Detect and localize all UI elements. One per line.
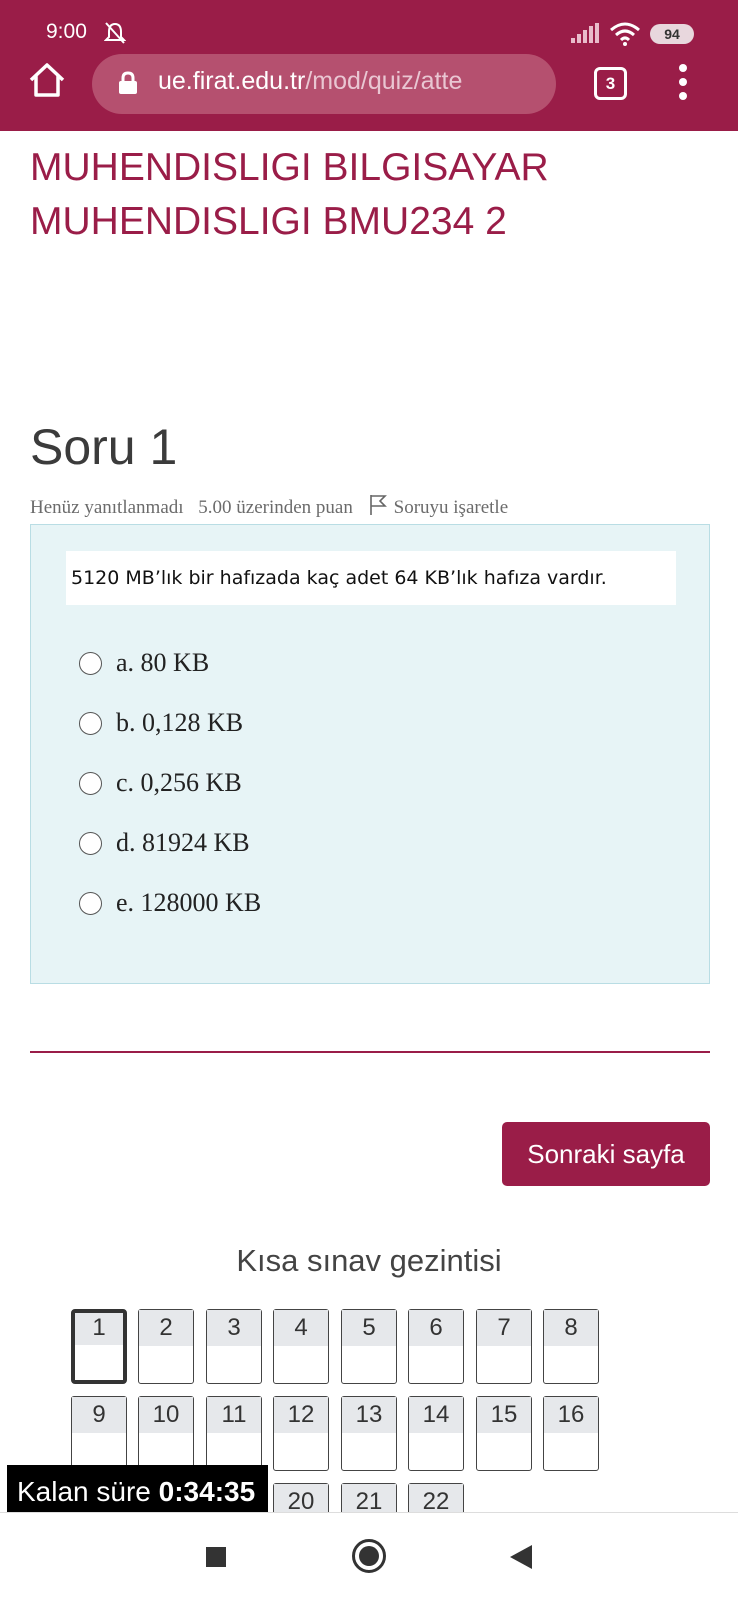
quiz-nav-button-6[interactable]: 6 — [408, 1309, 464, 1384]
back-icon[interactable] — [508, 1543, 534, 1571]
signal-icon — [571, 23, 599, 43]
timer-label: Kalan süre — [17, 1476, 151, 1507]
time-remaining: Kalan süre 0:34:35 — [7, 1465, 268, 1519]
battery-indicator: 94 — [650, 24, 694, 44]
radio-button[interactable] — [79, 831, 102, 855]
course-title: MUHENDISLIGI BILGISAYAR MUHENDISLIGI BMU… — [30, 141, 720, 249]
quiz-nav-button-11[interactable]: 11 — [206, 1396, 262, 1471]
answer-option-b[interactable]: b. 0,128 KB — [79, 705, 243, 741]
question-status: Henüz yanıtlanmadı — [30, 497, 184, 518]
radio-button[interactable] — [79, 891, 102, 915]
quiz-nav-button-12[interactable]: 12 — [273, 1396, 329, 1471]
question-box: 5120 MB’lık bir hafızada kaç adet 64 KB’… — [30, 524, 710, 984]
answer-option-e[interactable]: e. 128000 KB — [79, 885, 261, 921]
next-page-button[interactable]: Sonraki sayfa — [502, 1122, 710, 1186]
answer-option-c[interactable]: c. 0,256 KB — [79, 765, 242, 801]
quiz-nav-button-3[interactable]: 3 — [206, 1309, 262, 1384]
lock-icon — [119, 71, 137, 94]
quiz-nav-button-4[interactable]: 4 — [273, 1309, 329, 1384]
quiz-nav-button-8[interactable]: 8 — [543, 1309, 599, 1384]
system-navigation-bar — [0, 1512, 738, 1600]
quiz-nav-button-1[interactable]: 1 — [71, 1309, 127, 1384]
tab-switcher-button[interactable]: 3 — [594, 67, 627, 100]
timer-value: 0:34:35 — [158, 1476, 256, 1507]
home-button-icon[interactable] — [352, 1539, 386, 1573]
quiz-nav-button-5[interactable]: 5 — [341, 1309, 397, 1384]
wifi-icon — [610, 22, 640, 46]
quiz-nav-button-2[interactable]: 2 — [138, 1309, 194, 1384]
question-heading: Soru 1 — [30, 419, 178, 475]
divider — [30, 1051, 710, 1053]
browser-top-bar: 9:00 94 ue.firat.edu.tr/mod/quiz/atte 3 — [0, 0, 738, 131]
quiz-nav-button-16[interactable]: 16 — [543, 1396, 599, 1471]
quiz-nav-button-14[interactable]: 14 — [408, 1396, 464, 1471]
quiz-navigation-title: Kısa sınav gezintisi — [236, 1243, 502, 1278]
overflow-menu-icon[interactable] — [676, 64, 690, 100]
flag-question-link[interactable]: Soruyu işaretle — [368, 495, 519, 518]
status-time: 9:00 — [46, 20, 87, 43]
question-points: 5.00 üzerinden puan — [198, 497, 353, 518]
url-text: ue.firat.edu.tr/mod/quiz/atte — [158, 67, 463, 95]
radio-button[interactable] — [79, 651, 102, 675]
question-info: Henüz yanıtlanmadı 5.00 üzerinden puan S… — [30, 494, 528, 519]
answer-option-a[interactable]: a. 80 KB — [79, 645, 209, 681]
radio-button[interactable] — [79, 711, 102, 735]
radio-button[interactable] — [79, 771, 102, 795]
address-bar[interactable]: ue.firat.edu.tr/mod/quiz/atte — [92, 54, 556, 114]
quiz-nav-button-10[interactable]: 10 — [138, 1396, 194, 1471]
quiz-nav-button-15[interactable]: 15 — [476, 1396, 532, 1471]
quiz-nav-button-13[interactable]: 13 — [341, 1396, 397, 1471]
home-icon[interactable] — [27, 60, 67, 100]
recent-apps-icon[interactable] — [206, 1547, 226, 1567]
flag-icon — [369, 495, 387, 515]
question-text: 5120 MB’lık bir hafızada kaç adet 64 KB’… — [66, 551, 676, 605]
quiz-nav-button-9[interactable]: 9 — [71, 1396, 127, 1471]
course-title-line: MUHENDISLIGI BMU234 2 — [30, 200, 507, 243]
quiz-nav-button-7[interactable]: 7 — [476, 1309, 532, 1384]
bell-off-icon — [104, 22, 126, 44]
answer-option-d[interactable]: d. 81924 KB — [79, 825, 250, 861]
course-title-line: MUHENDISLIGI BILGISAYAR — [30, 146, 549, 189]
